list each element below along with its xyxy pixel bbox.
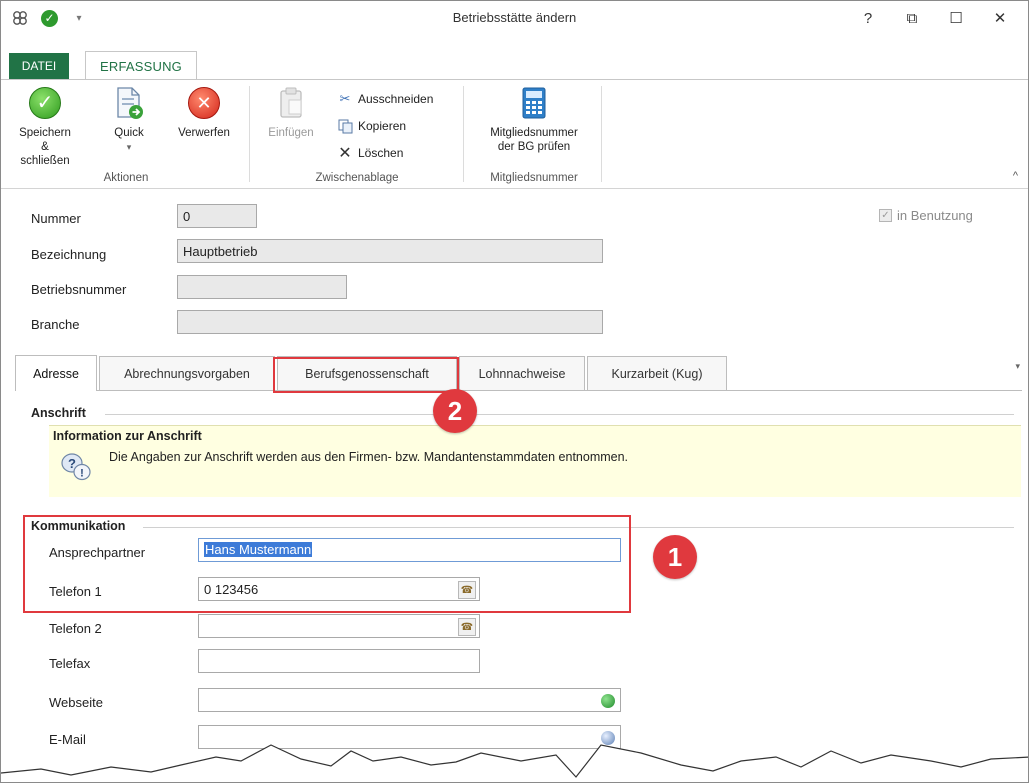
scissors-icon: ✂ xyxy=(339,91,351,106)
bezeichnung-field[interactable] xyxy=(177,239,603,263)
betriebsnummer-label: Betriebsnummer xyxy=(31,282,127,297)
webseite-label: Webseite xyxy=(49,695,103,710)
section-anschrift: Anschrift xyxy=(31,406,86,420)
cut-label: Ausschneiden xyxy=(358,92,434,106)
section-divider xyxy=(105,414,1014,415)
window-controls: ? ⧉ ☐ ✕ xyxy=(846,6,1022,30)
tabs-divider xyxy=(15,390,1022,391)
maximize-button[interactable]: ☐ xyxy=(934,6,978,30)
discard-label: Verwerfen xyxy=(178,127,230,139)
telefon2-dial-button[interactable]: ☎ xyxy=(458,618,476,636)
cut-button[interactable]: ✂ Ausschneiden xyxy=(337,90,434,108)
info-title: Information zur Anschrift xyxy=(53,429,202,443)
info-text: Die Angaben zur Anschrift werden aus den… xyxy=(109,450,629,464)
group-label-mitgliedsnummer: Mitgliedsnummer xyxy=(490,172,578,184)
group-zwischenablage: Einfügen ✂ Ausschneiden Kopieren ✕ Lösch… xyxy=(257,80,457,188)
tab-kurzarbeit[interactable]: Kurzarbeit (Kug) xyxy=(587,356,727,390)
document-arrow-icon xyxy=(112,86,146,120)
close-button[interactable]: ✕ xyxy=(978,6,1022,30)
ribbon: ✓ Speichern & schließen Quick ▾ ✕ Verwer… xyxy=(1,79,1028,189)
check-membership-label-2: der BG prüfen xyxy=(497,141,571,153)
collapse-ribbon-icon[interactable]: ^ xyxy=(1013,170,1018,182)
webseite-field[interactable] xyxy=(198,688,621,712)
callout-1: 1 xyxy=(653,535,697,579)
tab-overflow-icon[interactable]: ▾ xyxy=(1015,361,1020,372)
svg-text:!: ! xyxy=(80,468,84,480)
group-label-zwischenablage: Zwischenablage xyxy=(315,172,399,184)
paste-button[interactable]: Einfügen xyxy=(263,86,319,140)
copy-label: Kopieren xyxy=(358,119,407,133)
delete-label: Löschen xyxy=(358,146,404,160)
dialog-window: ✓ ▾ Betriebsstätte ändern ? ⧉ ☐ ✕ DATEI … xyxy=(0,0,1029,783)
telefax-label: Telefax xyxy=(49,656,91,671)
telefax-field[interactable] xyxy=(198,649,480,673)
copy-icon xyxy=(337,118,353,134)
tab-lohnnachweise[interactable]: Lohnnachweise xyxy=(459,356,585,390)
highlight-berufsgenossenschaft xyxy=(273,357,459,393)
ribbon-separator xyxy=(463,86,464,182)
in-benutzung-label: in Benutzung xyxy=(897,208,973,223)
bezeichnung-label: Bezeichnung xyxy=(31,247,107,262)
info-box-anschrift: Information zur Anschrift ? ! Die Angabe… xyxy=(49,425,1021,497)
highlight-kommunikation xyxy=(23,515,631,613)
quick-label: Quick xyxy=(114,127,144,139)
quick-button[interactable]: Quick ▾ xyxy=(107,86,151,154)
telefon2-label: Telefon 2 xyxy=(49,621,102,636)
copy-button[interactable]: Kopieren xyxy=(337,117,406,135)
ribbon-tabs: DATEI ERFASSUNG xyxy=(1,51,1028,80)
globe-icon xyxy=(601,694,615,708)
nummer-field[interactable] xyxy=(177,204,257,228)
tab-abrechnungsvorgaben[interactable]: Abrechnungsvorgaben xyxy=(99,356,275,390)
open-website-button[interactable] xyxy=(599,692,617,710)
callout-2: 2 xyxy=(433,389,477,433)
save-close-label-2: & schließen xyxy=(20,141,70,167)
group-label-aktionen: Aktionen xyxy=(103,172,149,184)
group-mitgliedsnummer: Mitgliedsnummer der BG prüfen Mitgliedsn… xyxy=(469,80,599,188)
help-button[interactable]: ? xyxy=(846,6,890,30)
question-info-icon: ? ! xyxy=(59,450,93,484)
title-bar: ✓ ▾ Betriebsstätte ändern ? ⧉ ☐ ✕ xyxy=(1,1,1028,35)
checkmark-icon: ✓ xyxy=(29,87,61,119)
quick-dropdown-icon: ▾ xyxy=(126,142,132,152)
tab-erfassung[interactable]: ERFASSUNG xyxy=(85,51,197,80)
checkbox-checked-icon: ✓ xyxy=(879,209,892,222)
betriebsnummer-field[interactable] xyxy=(177,275,347,299)
delete-x-icon: ✕ xyxy=(338,145,352,162)
discard-button[interactable]: ✕ Verwerfen xyxy=(173,86,235,140)
clipboard-icon xyxy=(274,86,308,120)
check-membership-label-1: Mitgliedsnummer xyxy=(490,127,578,139)
branche-field[interactable] xyxy=(177,310,603,334)
telefon2-field[interactable] xyxy=(198,614,480,638)
save-close-button[interactable]: ✓ Speichern & schließen xyxy=(17,86,73,168)
torn-edge-decoration xyxy=(1,744,1028,782)
ribbon-separator xyxy=(601,86,602,182)
delete-button[interactable]: ✕ Löschen xyxy=(337,144,403,162)
calculator-icon xyxy=(517,86,551,120)
save-close-label-1: Speichern xyxy=(19,127,71,139)
branche-label: Branche xyxy=(31,317,80,332)
ribbon-display-button[interactable]: ⧉ xyxy=(890,6,934,30)
tab-adresse[interactable]: Adresse xyxy=(15,355,97,391)
ribbon-separator xyxy=(249,86,250,182)
cancel-x-icon: ✕ xyxy=(188,87,220,119)
paste-label: Einfügen xyxy=(268,127,314,139)
in-benutzung-checkbox[interactable]: ✓ in Benutzung xyxy=(879,208,973,223)
tab-datei[interactable]: DATEI xyxy=(9,53,69,79)
group-aktionen: ✓ Speichern & schließen Quick ▾ ✕ Verwer… xyxy=(11,80,241,188)
phone-icon: ☎ xyxy=(460,621,474,633)
check-membership-number-button[interactable]: Mitgliedsnummer der BG prüfen xyxy=(475,86,593,154)
nummer-label: Nummer xyxy=(31,211,81,226)
